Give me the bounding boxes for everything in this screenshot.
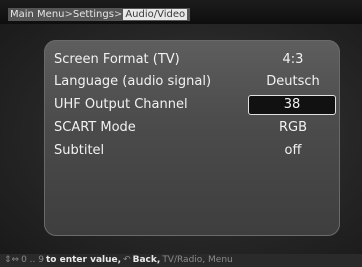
back-hint: Back, — [132, 255, 161, 265]
setting-row-uhf-output-channel[interactable]: UHF Output Channel 38 — [44, 95, 340, 117]
menu-hint: TV/Radio, Menu — [162, 255, 233, 265]
breadcrumb-item-main-menu[interactable]: Main Menu — [10, 9, 65, 20]
setting-value-selected[interactable]: 38 — [248, 95, 336, 115]
setting-label: Language (audio signal) — [54, 74, 212, 89]
breadcrumb: Main Menu > Settings > Audio/Video — [8, 8, 191, 21]
enter-value-hint: to enter value, — [46, 255, 122, 265]
breadcrumb-item-settings[interactable]: Settings — [73, 9, 114, 20]
setting-label: Screen Format (TV) — [54, 52, 180, 67]
breadcrumb-separator: > — [113, 9, 123, 20]
breadcrumb-separator: > — [64, 9, 73, 20]
setting-row-subtitel[interactable]: Subtitel off — [44, 141, 340, 163]
setting-row-scart-mode[interactable]: SCART Mode RGB — [44, 118, 340, 140]
back-arrow-icon: ↶ — [123, 255, 131, 265]
setting-value[interactable]: off — [250, 143, 336, 158]
up-down-arrows-icon: ⇕⇔ — [4, 255, 20, 265]
setting-label: SCART Mode — [54, 120, 136, 135]
settings-panel: Screen Format (TV) 4:3 Language (audio s… — [44, 40, 340, 236]
setting-value[interactable]: 4:3 — [250, 52, 336, 67]
setting-row-screen-format[interactable]: Screen Format (TV) 4:3 — [44, 50, 340, 72]
help-bar: ⇕⇔ 0 .. 9 to enter value, ↶ Back, TV/Rad… — [0, 254, 362, 267]
title-bar: Main Menu > Settings > Audio/Video — [0, 0, 362, 24]
breadcrumb-current: Audio/Video — [123, 9, 188, 20]
help-text: ⇕⇔ 0 .. 9 to enter value, ↶ Back, TV/Rad… — [4, 255, 233, 265]
setting-row-audio-language[interactable]: Language (audio signal) Deutsch — [44, 72, 340, 94]
key-range: 0 .. 9 — [21, 255, 44, 265]
setting-value[interactable]: RGB — [250, 120, 336, 135]
setting-value[interactable]: Deutsch — [250, 74, 336, 89]
setting-label: UHF Output Channel — [54, 97, 188, 112]
setting-label: Subtitel — [54, 143, 105, 158]
tv-screen: Main Menu > Settings > Audio/Video Scree… — [0, 0, 362, 267]
